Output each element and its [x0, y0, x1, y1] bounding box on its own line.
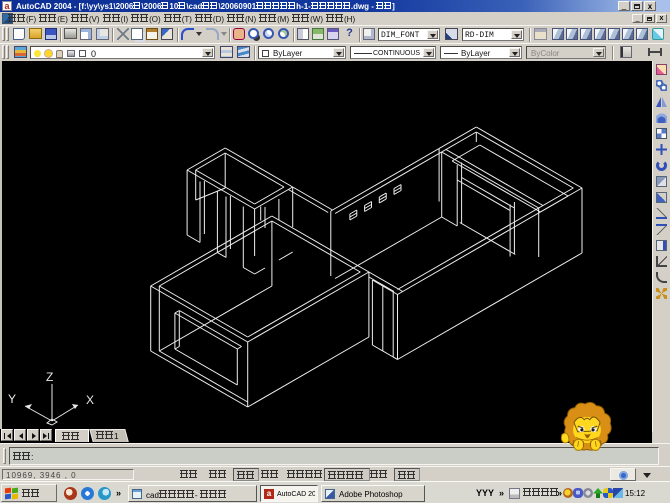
svg-text:X: X — [86, 393, 94, 407]
svg-text:Z: Z — [46, 370, 53, 384]
svg-text:Y: Y — [8, 392, 16, 406]
